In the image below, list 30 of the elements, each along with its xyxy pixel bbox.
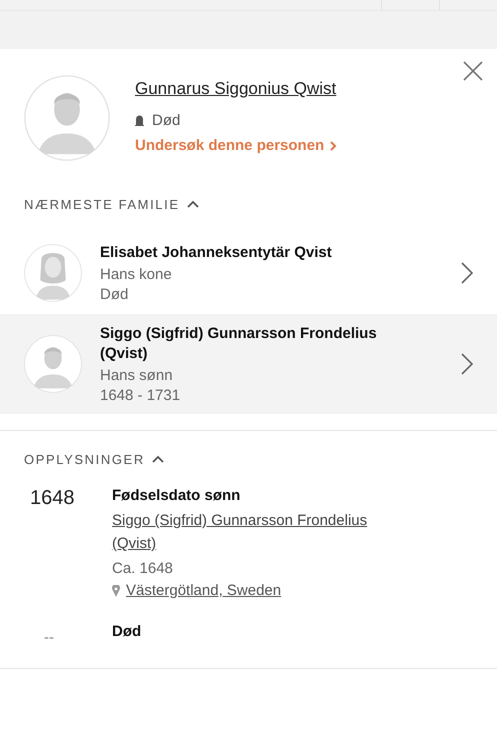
- chevron-right-icon[interactable]: [461, 353, 473, 375]
- member-name: Siggo (Sigfrid) Gunnarsson Frondelius (Qvist): [100, 324, 378, 364]
- person-name[interactable]: Gunnarus Siggonius Qwist: [135, 79, 336, 99]
- avatar-icon: [24, 244, 82, 302]
- event-year: 1648: [29, 487, 76, 511]
- tombstone-icon: [135, 115, 144, 126]
- caret-icon[interactable]: [150, 454, 165, 464]
- member-relation: Hans kone: [100, 266, 173, 282]
- person-link[interactable]: Siggo (Sigfrid) Gunnarsson Frondelius (Qvist): [112, 509, 368, 555]
- place-link[interactable]: Västergötland, Sweden: [126, 582, 282, 599]
- status-text: Død: [152, 112, 180, 129]
- family-member-row[interactable]: Siggo (Sigfrid) Gunnarsson Frondelius (Qvist) Hans sønn 1648 - 1731: [0, 314, 497, 414]
- avatar-icon: [24, 335, 82, 393]
- event-date: Ca. 1648: [112, 560, 173, 577]
- caret-icon[interactable]: [186, 199, 200, 209]
- chevron-right-icon[interactable]: [461, 262, 473, 284]
- section-heading[interactable]: NÆRMESTE FAMILIE: [24, 196, 180, 212]
- section-heading[interactable]: OPPLYSNINGER: [24, 452, 145, 466]
- event-title: Fødselsdato sønn: [112, 487, 240, 504]
- chevron-right-icon: [330, 140, 338, 150]
- close-icon[interactable]: [463, 61, 483, 81]
- avatar-icon: [24, 75, 110, 161]
- event-year: --: [43, 628, 55, 646]
- member-relation: Hans sønn: [100, 367, 174, 384]
- member-name: Elisabet Johanneksentytär Qvist: [100, 242, 333, 262]
- member-dates: 1648 - 1731: [100, 387, 182, 404]
- location-pin-icon: [112, 584, 120, 596]
- event-title: Død: [112, 623, 142, 640]
- family-member-row[interactable]: Elisabet Johanneksentytär Qvist Hans kone Død: [0, 231, 497, 314]
- member-dates: Død: [100, 286, 130, 302]
